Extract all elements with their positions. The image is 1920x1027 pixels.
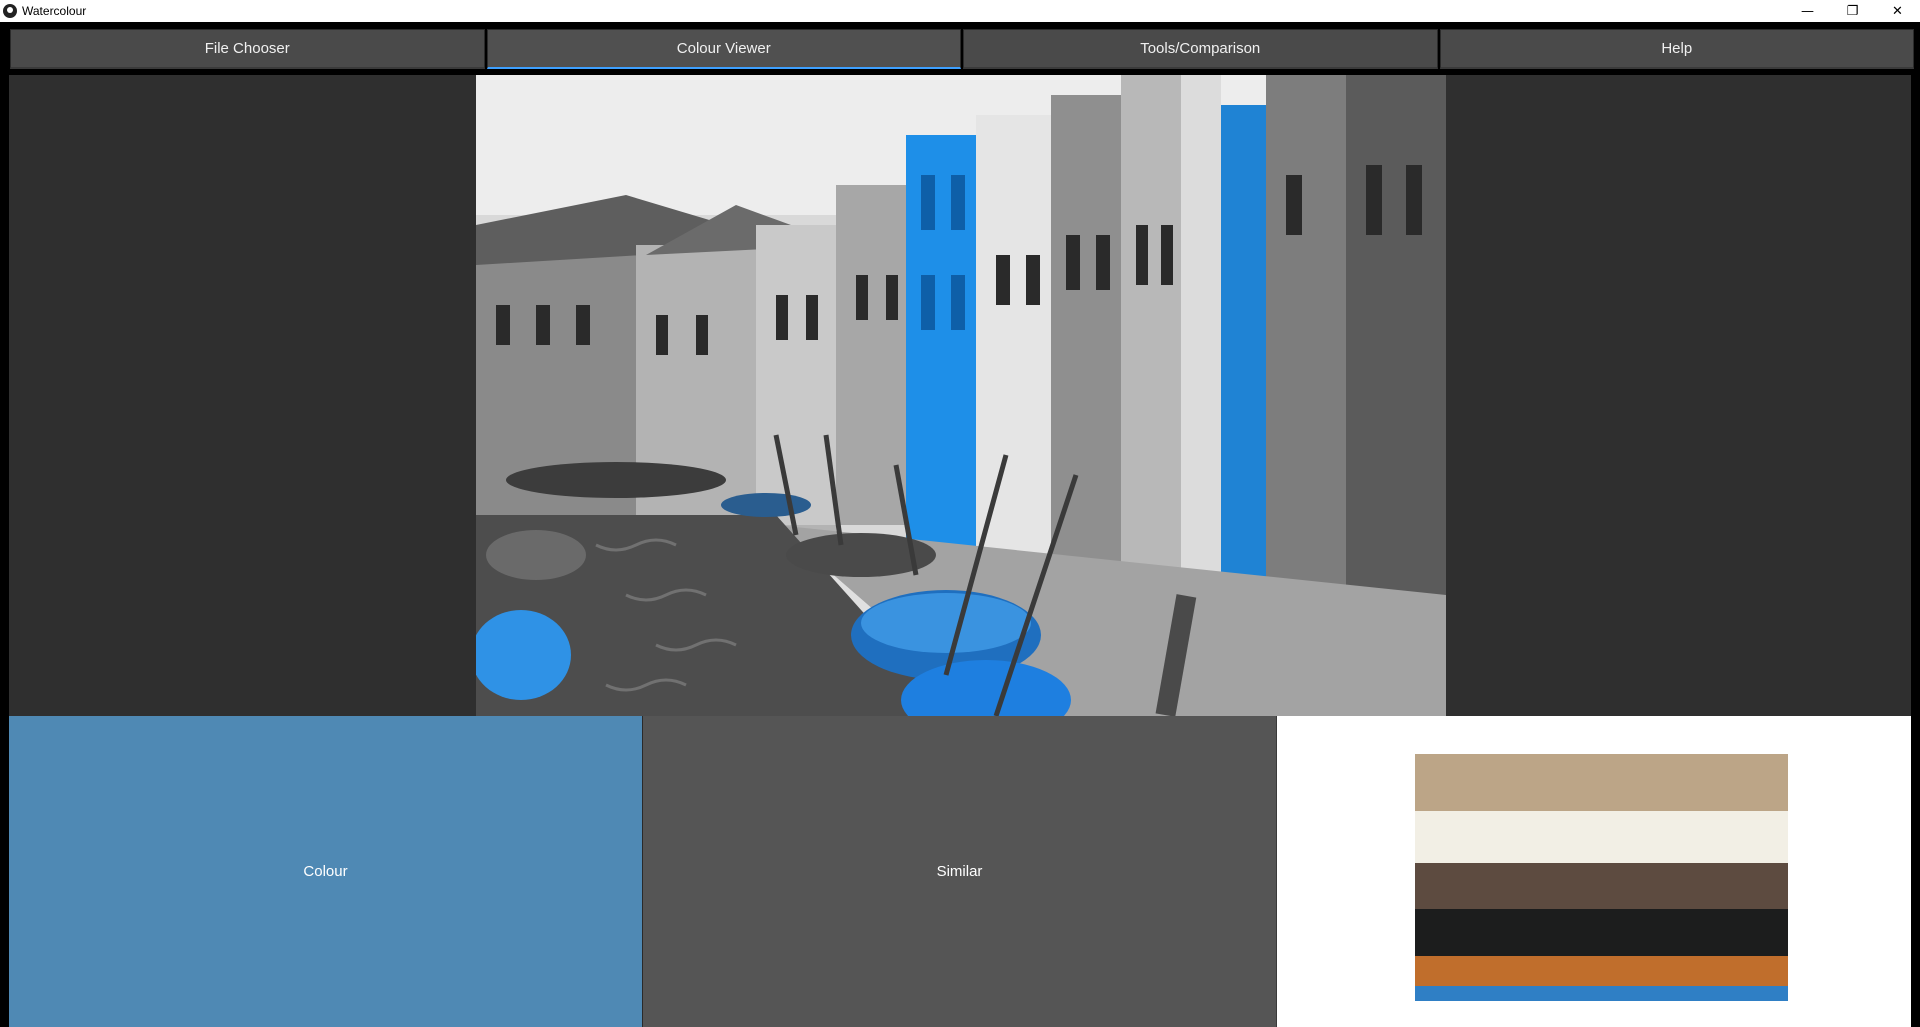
similar-panel[interactable]: Similar xyxy=(643,716,1277,1027)
bottom-panels: Colour Similar xyxy=(9,716,1911,1027)
palette-swatch-3[interactable] xyxy=(1415,909,1788,957)
palette-swatch-4[interactable] xyxy=(1415,956,1788,987)
app-window: Watercolour — ❐ ✕ File Chooser Colour Vi… xyxy=(0,0,1920,1027)
app-body: File Chooser Colour Viewer Tools/Compari… xyxy=(0,22,1920,1027)
colour-label: Colour xyxy=(303,863,348,880)
palette-swatch-1[interactable] xyxy=(1415,810,1788,863)
palette-swatch-0[interactable] xyxy=(1415,754,1788,811)
tab-bar: File Chooser Colour Viewer Tools/Compari… xyxy=(10,29,1914,70)
window-controls: — ❐ ✕ xyxy=(1785,0,1920,22)
palette-panel xyxy=(1277,716,1911,1027)
canal-photo[interactable] xyxy=(476,75,1446,716)
close-button[interactable]: ✕ xyxy=(1875,0,1920,22)
colour-palette xyxy=(1415,754,1788,1001)
colour-panel[interactable]: Colour xyxy=(9,716,643,1027)
tab-help[interactable]: Help xyxy=(1439,29,1914,69)
tab-file-chooser[interactable]: File Chooser xyxy=(10,29,485,69)
canal-photo-drawing xyxy=(476,75,1446,716)
minimize-button[interactable]: — xyxy=(1785,0,1830,22)
similar-label: Similar xyxy=(936,863,983,880)
tab-colour-viewer[interactable]: Colour Viewer xyxy=(486,29,961,69)
palette-swatch-2[interactable] xyxy=(1415,862,1788,910)
title-bar: Watercolour — ❐ ✕ xyxy=(0,0,1920,22)
restore-button[interactable]: ❐ xyxy=(1830,0,1875,22)
app-logo-icon xyxy=(3,4,17,18)
palette-swatch-5[interactable] xyxy=(1415,986,1788,1001)
tab-tools-comparison[interactable]: Tools/Comparison xyxy=(963,29,1438,69)
image-viewer xyxy=(9,75,1911,716)
window-title: Watercolour xyxy=(22,4,87,18)
